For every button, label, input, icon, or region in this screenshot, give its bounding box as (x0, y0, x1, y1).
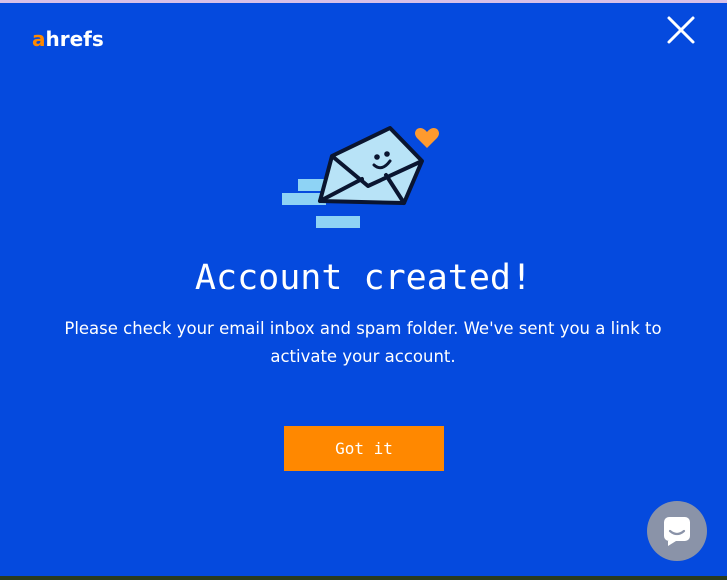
close-button[interactable] (662, 11, 698, 47)
logo-text: hrefs (45, 27, 104, 51)
ahrefs-logo: ahrefs (32, 26, 104, 52)
bottom-edge (0, 576, 727, 580)
dialog-title: Account created! (194, 258, 533, 298)
logo-accent-letter: a (32, 27, 46, 51)
chat-widget-button[interactable] (647, 501, 707, 561)
got-it-button[interactable]: Got it (284, 426, 444, 471)
smiling-envelope-with-heart-icon (282, 126, 439, 228)
account-created-modal: ahrefs Account created! Please check you… (0, 3, 727, 580)
close-icon[interactable] (662, 11, 698, 47)
chat-bubble-icon (664, 517, 690, 546)
dialog-message: Please check your email inbox and spam f… (64, 319, 662, 366)
